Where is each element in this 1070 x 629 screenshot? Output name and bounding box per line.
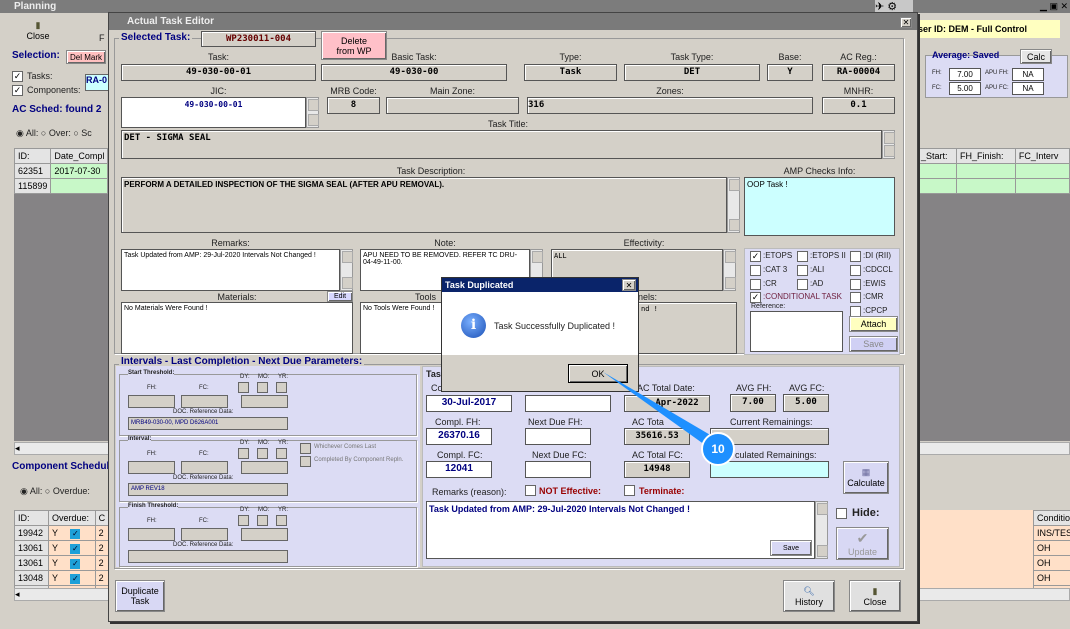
callout-number: 10 [711,442,725,456]
step-callout [603,372,735,466]
